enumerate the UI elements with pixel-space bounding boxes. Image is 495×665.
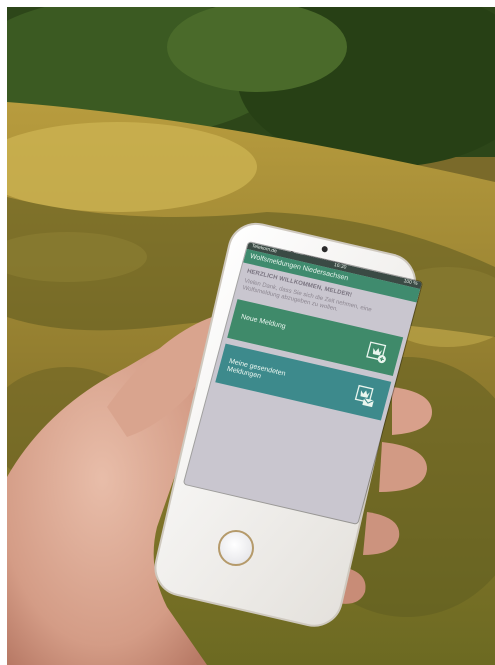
home-button[interactable] (218, 530, 254, 566)
new-report-label: Neue Meldung (240, 313, 287, 331)
sent-reports-label: Meine gesendeten Meldungen (226, 357, 287, 381)
new-report-icon (366, 341, 387, 364)
sent-reports-icon (354, 384, 375, 408)
